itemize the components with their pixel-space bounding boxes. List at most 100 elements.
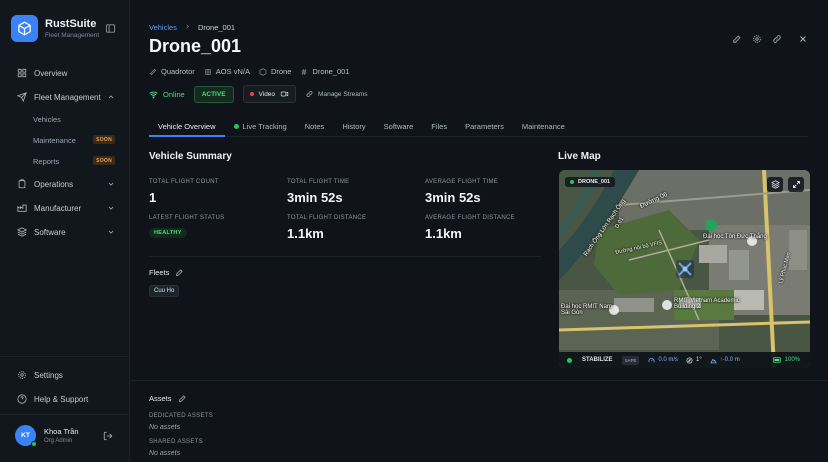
status-row: Online ACTIVE Video Manage Streams — [149, 85, 368, 103]
manage-streams-link[interactable]: Manage Streams — [305, 90, 368, 98]
fleet-chip[interactable]: Cuu Ho — [149, 285, 180, 297]
flight-mode: STABILIZE — [582, 357, 613, 363]
sidebar-item-label: Operations — [34, 179, 74, 189]
online-label: Online — [163, 89, 185, 99]
app-subtitle: Fleet Management — [45, 32, 100, 39]
armed-dot-icon — [567, 357, 572, 363]
battery-value: 100% — [784, 357, 800, 363]
latest-status-label: LATEST FLIGHT STATUS — [149, 215, 225, 221]
tab-vehicle-overview[interactable]: Vehicle Overview — [149, 116, 225, 137]
heading-readout: 1° — [686, 357, 702, 364]
dedicated-assets-label: DEDICATED ASSETS — [149, 413, 214, 419]
breadcrumb-parent-link[interactable]: Vehicles — [149, 23, 177, 32]
speed-readout: 0.0 m/s — [648, 357, 678, 364]
user-profile[interactable]: KT Khoa Trần Org Admin — [15, 425, 79, 447]
total-flight-count-value: 1 — [149, 190, 157, 205]
compass-icon — [686, 357, 693, 363]
sidebar-item-fleet-management[interactable]: Fleet Management — [17, 92, 117, 102]
tab-parameters[interactable]: Parameters — [456, 116, 513, 137]
video-button[interactable]: Video — [242, 85, 297, 103]
sidebar-subitem-vehicles[interactable]: Vehicles — [33, 115, 115, 124]
sidebar-item-overview[interactable]: Overview — [17, 68, 117, 78]
vehicle-meta: Quadrotor AOS vN/A Drone Drone_001 — [149, 67, 359, 76]
meta-id: Drone_001 — [300, 67, 350, 76]
close-icon[interactable] — [798, 34, 808, 44]
avatar-initials: KT — [21, 432, 30, 439]
altitude-value: ↑-0.0 m — [719, 357, 740, 363]
edit-icon[interactable] — [175, 268, 184, 277]
assets-section: Assets — [149, 394, 187, 403]
header-actions — [722, 34, 808, 44]
sidebar-subitem-maintenance[interactable]: Maintenance SOON — [33, 135, 115, 145]
layers-icon[interactable] — [767, 177, 783, 192]
sidebar-subitem-reports[interactable]: Reports SOON — [33, 156, 115, 166]
sidebar-item-manufacturer[interactable]: Manufacturer — [17, 203, 117, 213]
layers-icon — [17, 227, 27, 237]
breadcrumb-current: Drone_001 — [197, 23, 236, 32]
online-dot — [31, 441, 37, 447]
live-map-title: Live Map — [558, 151, 601, 162]
section-divider — [130, 380, 828, 381]
sidebar-item-help[interactable]: Help & Support — [17, 394, 117, 404]
chevron-down-icon — [107, 204, 115, 212]
grid-icon — [17, 68, 27, 78]
edit-icon[interactable] — [178, 394, 187, 403]
chevron-up-icon — [107, 93, 115, 101]
sidebar-toggle-icon[interactable] — [105, 23, 116, 34]
dedicated-assets-value: No assets — [149, 424, 181, 431]
clipboard-icon — [17, 179, 27, 189]
breadcrumb: Vehicles Drone_001 — [149, 23, 235, 32]
live-dot-icon — [570, 180, 574, 184]
status-badge: ACTIVE — [193, 85, 234, 103]
send-icon — [17, 92, 27, 102]
sidebar-subitem-label: Reports — [33, 157, 60, 166]
mountain-icon — [710, 358, 717, 363]
sidebar-item-label: Fleet Management — [34, 92, 101, 102]
factory-icon — [17, 203, 27, 213]
drone-tag-label: DRONE_001 — [578, 179, 611, 185]
tab-label: Live Tracking — [242, 122, 287, 131]
tab-notes[interactable]: Notes — [296, 116, 334, 137]
tab-live-tracking[interactable]: Live Tracking — [225, 116, 296, 137]
meta-os: AOS vN/A — [204, 67, 250, 76]
average-flight-time-value: 3min 52s — [425, 190, 481, 205]
shared-assets-value: No assets — [149, 450, 181, 457]
page-title: Drone_001 — [149, 36, 242, 56]
sidebar-item-operations[interactable]: Operations — [17, 179, 117, 189]
recording-dot-icon — [249, 92, 254, 96]
average-distance-value: 1.1km — [425, 226, 462, 241]
logout-icon[interactable] — [103, 431, 113, 441]
sidebar-item-label: Overview — [34, 68, 68, 78]
hash-icon — [302, 68, 307, 75]
tab-maintenance[interactable]: Maintenance — [513, 116, 574, 137]
meta-os-label: AOS vN/A — [215, 67, 250, 76]
main-content: Vehicles Drone_001 Drone_001 Quadrotor A… — [130, 0, 828, 462]
map-label-dh-ton: Đại học Tôn Đức Thắng — [703, 234, 767, 240]
edit-icon[interactable] — [732, 34, 742, 44]
meta-type-label: Quadrotor — [161, 67, 195, 76]
tab-files[interactable]: Files — [422, 116, 456, 137]
fullscreen-icon[interactable] — [788, 177, 804, 192]
online-status: Online — [149, 90, 185, 99]
gear-icon[interactable] — [752, 34, 762, 44]
assets-label: Assets — [149, 394, 172, 403]
sidebar-item-software[interactable]: Software — [17, 227, 117, 237]
sidebar-item-settings[interactable]: Settings — [17, 370, 117, 380]
wifi-icon — [149, 91, 158, 98]
gauge-icon — [648, 357, 655, 362]
tab-history[interactable]: History — [333, 116, 374, 137]
total-flight-count-label: TOTAL FLIGHT COUNT — [149, 179, 219, 185]
meta-type: Quadrotor — [149, 67, 195, 76]
section-divider — [149, 256, 541, 257]
user-name: Khoa Trần — [44, 427, 79, 436]
brand[interactable]: RustSuite Fleet Management — [11, 15, 99, 42]
tab-bar: Vehicle Overview Live Tracking Notes His… — [149, 116, 808, 137]
live-map[interactable]: Đường 06 Rạch Ông Lớn Rạch Ông D.01 Đại … — [559, 170, 810, 368]
fleets-section: Fleets — [149, 268, 184, 277]
sidebar-divider — [0, 356, 130, 357]
map-label-dhrmit: Đại học RMIT Nam Sài Gòn — [561, 304, 612, 316]
app-name: RustSuite — [45, 18, 97, 30]
box-icon — [259, 67, 267, 76]
link-icon[interactable] — [772, 34, 782, 44]
tab-software[interactable]: Software — [375, 116, 423, 137]
